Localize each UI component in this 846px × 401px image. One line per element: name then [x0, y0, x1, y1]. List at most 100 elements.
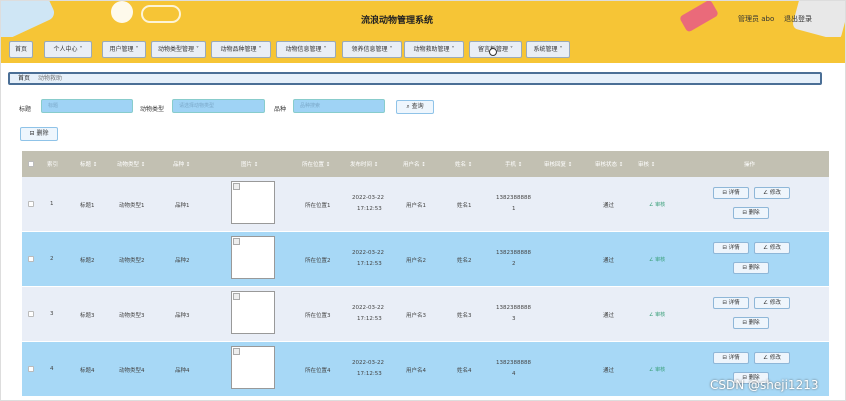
cell-date: 2022-03-22	[352, 195, 384, 201]
cell-date: 2022-03-22	[352, 250, 384, 256]
cell-location: 所在位置2	[305, 258, 331, 264]
col-username[interactable]: 用户名 ↕	[403, 160, 426, 168]
cell-phone-tail: 3	[512, 316, 516, 322]
cell-username: 用户名3	[406, 313, 426, 319]
watermark: CSDN @sheji1213	[710, 378, 819, 392]
col-publish-time[interactable]: 发布时间 ↕	[350, 160, 378, 168]
cell-time: 17:12:53	[357, 316, 382, 322]
cell-title: 标题4	[80, 368, 95, 374]
cell-breed: 品种3	[175, 313, 190, 319]
row-checkbox[interactable]	[28, 201, 34, 207]
animal-type-label: 动物类型	[140, 106, 165, 113]
cell-name: 姓名2	[457, 258, 472, 264]
delete-button[interactable]: ⊟ 删除	[733, 207, 769, 219]
decor-shape	[141, 5, 181, 23]
query-button[interactable]: ⌕ 查询	[396, 100, 434, 114]
cell-phone: 1382388888	[496, 195, 531, 201]
mouse-cursor-icon	[489, 48, 497, 56]
detail-button[interactable]: ⊟ 详情	[713, 352, 749, 364]
cell-animal-type: 动物类型2	[119, 258, 145, 264]
col-index: 索引	[47, 162, 59, 168]
col-location[interactable]: 所在位置 ↕	[302, 160, 330, 168]
animal-image[interactable]	[231, 236, 275, 279]
animal-type-select[interactable]: 请选择动物类型	[172, 99, 265, 113]
nav-adoption[interactable]: 领养信息管理 ˅	[342, 41, 402, 58]
nav-animal-type[interactable]: 动物类型管理 ˅	[151, 41, 206, 58]
cell-name: 姓名3	[457, 313, 472, 319]
cell-breed: 品种2	[175, 258, 190, 264]
edit-button[interactable]: ∠ 修改	[754, 187, 790, 199]
animal-image[interactable]	[231, 346, 275, 389]
animal-image[interactable]	[231, 291, 275, 334]
nav-system[interactable]: 系统管理 ˅	[526, 41, 570, 58]
delete-button[interactable]: ⊟ 删除	[733, 317, 769, 329]
cell-breed: 品种1	[175, 203, 190, 209]
audit-link[interactable]: ∠ 审核	[649, 256, 665, 263]
cell-phone: 1382388888	[496, 305, 531, 311]
cell-time: 17:12:53	[357, 261, 382, 267]
nav-users[interactable]: 用户管理 ˅	[102, 41, 146, 58]
app-title: 流浪动物管理系统	[361, 16, 434, 26]
breed-input[interactable]: 品种搜索	[293, 99, 385, 113]
col-audit[interactable]: 审核 ↕	[638, 160, 655, 168]
table-row: 1 标题1 动物类型1 品种1 所在位置1 2022-03-22 17:12:5…	[22, 177, 829, 231]
batch-delete-button[interactable]: ⊟ 删除	[20, 127, 58, 141]
cell-audit-status: 通过	[603, 203, 615, 209]
header: 流浪动物管理系统 管理员 abo 退出登录	[1, 1, 845, 37]
select-all-checkbox[interactable]	[28, 161, 34, 167]
table-header: 索引 标题 ↕ 动物类型 ↕ 品种 ↕ 图片 ↕ 所在位置 ↕ 发布时间 ↕ 用…	[22, 151, 829, 177]
edit-button[interactable]: ∠ 修改	[754, 242, 790, 254]
audit-link[interactable]: ∠ 审核	[649, 201, 665, 208]
delete-button[interactable]: ⊟ 删除	[733, 262, 769, 274]
cell-animal-type: 动物类型1	[119, 203, 145, 209]
edit-button[interactable]: ∠ 修改	[754, 352, 790, 364]
nav-animal-breed[interactable]: 动物品种管理 ˅	[211, 41, 271, 58]
decor-shape	[678, 1, 720, 33]
nav-animal-info[interactable]: 动物信息管理 ˅	[276, 41, 336, 58]
cell-animal-type: 动物类型3	[119, 313, 145, 319]
col-audit-status[interactable]: 审核状态 ↕	[595, 160, 623, 168]
edit-button[interactable]: ∠ 修改	[754, 297, 790, 309]
cell-index: 3	[50, 311, 54, 317]
user-name: 管理员 abo	[738, 15, 775, 23]
cell-index: 1	[50, 201, 54, 207]
nav-home[interactable]: 首页	[9, 41, 33, 58]
cell-index: 2	[50, 256, 54, 262]
cell-phone-tail: 2	[512, 261, 516, 267]
col-breed[interactable]: 品种 ↕	[173, 160, 190, 168]
cell-index: 4	[50, 366, 54, 372]
detail-button[interactable]: ⊟ 详情	[713, 242, 749, 254]
cell-audit-status: 通过	[603, 313, 615, 319]
col-audit-reply[interactable]: 审核回复 ↕	[544, 160, 572, 168]
row-checkbox[interactable]	[28, 256, 34, 262]
breed-label: 品种	[274, 106, 287, 113]
cell-phone-tail: 1	[512, 206, 516, 212]
breadcrumb-home[interactable]: 首页	[18, 74, 30, 83]
col-name[interactable]: 姓名 ↕	[455, 160, 472, 168]
col-title[interactable]: 标题 ↕	[80, 160, 97, 168]
cell-username: 用户名1	[406, 203, 426, 209]
col-animal-type[interactable]: 动物类型 ↕	[117, 160, 145, 168]
cell-title: 标题1	[80, 203, 95, 209]
cell-audit-status: 通过	[603, 258, 615, 264]
col-actions: 操作	[744, 162, 756, 168]
cell-time: 17:12:53	[357, 206, 382, 212]
title-input[interactable]: 标题	[41, 99, 133, 113]
detail-button[interactable]: ⊟ 详情	[713, 297, 749, 309]
nav-profile[interactable]: 个人中心 ˅	[44, 41, 92, 58]
cell-name: 姓名1	[457, 203, 472, 209]
cell-audit-status: 通过	[603, 368, 615, 374]
audit-link[interactable]: ∠ 审核	[649, 366, 665, 373]
col-phone[interactable]: 手机 ↕	[505, 160, 522, 168]
cell-breed: 品种4	[175, 368, 190, 374]
cell-phone-tail: 4	[512, 371, 516, 377]
row-checkbox[interactable]	[28, 311, 34, 317]
animal-image[interactable]	[231, 181, 275, 224]
row-checkbox[interactable]	[28, 366, 34, 372]
nav-rescue[interactable]: 动物救助管理 ˅	[404, 41, 464, 58]
audit-link[interactable]: ∠ 审核	[649, 311, 665, 318]
cell-time: 17:12:53	[357, 371, 382, 377]
col-image[interactable]: 图片 ↕	[241, 160, 258, 168]
detail-button[interactable]: ⊟ 详情	[713, 187, 749, 199]
logout-link[interactable]: 退出登录	[784, 14, 812, 24]
